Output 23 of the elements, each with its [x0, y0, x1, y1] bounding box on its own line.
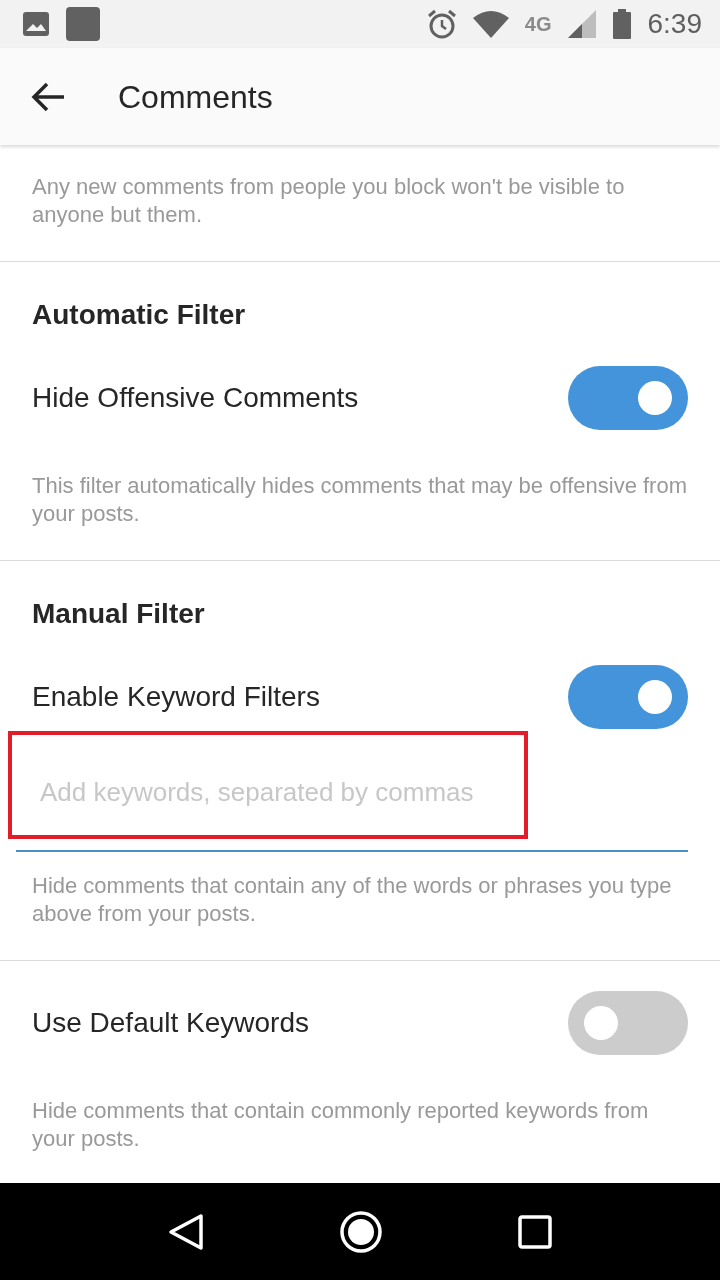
image-icon: [22, 11, 50, 37]
keyword-input-field[interactable]: Add keywords, separated by commas: [16, 743, 688, 852]
description-text: This filter automatically hides comments that may be offensive from your posts.: [0, 444, 720, 561]
battery-icon: [611, 9, 632, 39]
description-text: Hide comments that contain any of the words or phrases you type above from your posts.: [0, 852, 720, 961]
network-type: 4G: [524, 12, 552, 37]
recent-apps-icon[interactable]: [518, 1214, 553, 1249]
description-text: Any new comments from people you block won't be visible to anyone but them.: [0, 145, 720, 262]
setting-label: Use Default Keywords: [32, 1006, 309, 1040]
back-icon[interactable]: [167, 1212, 204, 1251]
alarm-icon: [426, 9, 457, 39]
home-icon[interactable]: [339, 1209, 383, 1254]
signal-icon: [567, 10, 596, 38]
clock-time: 6:39: [647, 7, 702, 41]
wifi-icon: [472, 10, 509, 38]
section-heading: Manual Filter: [31, 597, 206, 631]
square-icon: [66, 7, 100, 41]
back-button[interactable]: [30, 80, 66, 113]
setting-label: Enable Keyword Filters: [32, 680, 320, 714]
section-heading: Automatic Filter: [31, 298, 247, 332]
description-text: Hide comments that contain commonly reported keywords from your posts.: [31, 1097, 650, 1153]
page-title: Comments: [118, 77, 273, 117]
setting-label: Hide Offensive Comments: [32, 381, 359, 415]
